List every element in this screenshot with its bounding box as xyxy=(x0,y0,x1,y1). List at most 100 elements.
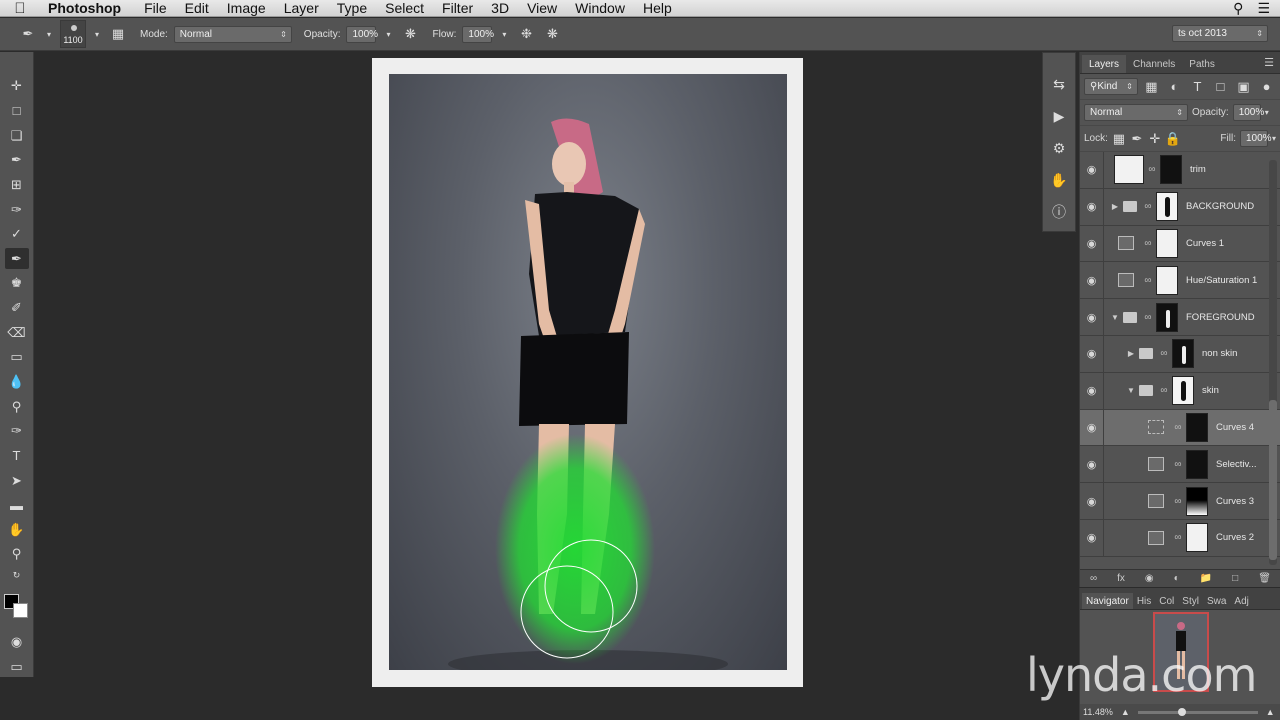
background-color-swatch[interactable] xyxy=(13,603,28,618)
visibility-eye-icon[interactable]: ◉ xyxy=(1080,372,1104,409)
notification-list-icon[interactable]: ☰ xyxy=(1257,0,1270,17)
clone-stamp-tool-icon[interactable]: ♚ xyxy=(5,273,29,294)
actions-play-icon[interactable]: ▶ xyxy=(1047,105,1071,127)
layer-row-selective-color[interactable]: ◉ ∞ Selectiv... xyxy=(1080,446,1280,484)
visibility-eye-icon[interactable]: ◉ xyxy=(1080,188,1104,225)
opacity-slider-icon[interactable]: ▾ xyxy=(382,24,394,44)
tab-paths[interactable]: Paths xyxy=(1182,55,1222,73)
layer-row-background-group[interactable]: ◉ ▶ ∞ BACKGROUND xyxy=(1080,188,1280,226)
filter-smart-object-icon[interactable]: ▣ xyxy=(1234,77,1253,97)
menu-edit[interactable]: Edit xyxy=(176,0,218,16)
tab-navigator[interactable]: Navigator xyxy=(1082,593,1133,609)
layers-scrollbar[interactable] xyxy=(1269,160,1277,565)
zoom-in-icon[interactable]: ▲ xyxy=(1266,707,1275,717)
brush-tool-icon[interactable]: ✒ xyxy=(4,248,29,270)
menu-window[interactable]: Window xyxy=(566,0,634,16)
layer-mask-thumbnail[interactable] xyxy=(1186,486,1208,516)
menu-file[interactable]: File xyxy=(135,0,176,16)
brush-tool-preset-icon[interactable]: ✒ xyxy=(18,24,38,44)
menu-select[interactable]: Select xyxy=(376,0,433,16)
link-chain-icon[interactable]: ∞ xyxy=(1173,496,1183,507)
zoom-tool-icon[interactable]: ⚲ xyxy=(5,544,29,565)
visibility-eye-icon[interactable]: ◉ xyxy=(1080,519,1104,556)
layer-mask-thumbnail[interactable] xyxy=(1156,192,1178,222)
spotlight-search-icon[interactable]: ⚲ xyxy=(1233,0,1243,17)
layer-mask-thumbnail[interactable] xyxy=(1172,339,1194,369)
tab-channels[interactable]: Channels xyxy=(1126,55,1182,73)
tab-adjustments[interactable]: Adj xyxy=(1230,593,1252,609)
photo-image[interactable] xyxy=(389,74,787,670)
layer-mask-thumbnail[interactable] xyxy=(1186,412,1208,442)
filter-type-icon[interactable]: T xyxy=(1188,77,1207,97)
visibility-eye-icon[interactable]: ◉ xyxy=(1080,483,1104,519)
tab-layers[interactable]: Layers xyxy=(1082,55,1127,73)
screen-mode-icon[interactable]: ▭ xyxy=(5,656,29,677)
visibility-eye-icon[interactable]: ◉ xyxy=(1080,446,1104,483)
workspace-switcher[interactable]: ts oct 2013 ⇕ xyxy=(1172,25,1268,42)
dodge-tool-icon[interactable]: ⚲ xyxy=(5,396,29,417)
tool-preset-dropdown-icon[interactable]: ▾ xyxy=(44,24,54,44)
menu-app-photoshop[interactable]: Photoshop xyxy=(40,0,135,16)
type-tool-icon[interactable]: T xyxy=(5,446,29,467)
layer-row-curves-2[interactable]: ◉ ∞ Curves 2 xyxy=(1080,519,1280,557)
brush-panel-toggle-icon[interactable]: ▦ xyxy=(108,24,128,44)
link-chain-icon[interactable]: ∞ xyxy=(1159,385,1169,396)
link-chain-icon[interactable]: ∞ xyxy=(1143,201,1153,212)
rectangle-tool-icon[interactable]: ▬ xyxy=(5,495,29,516)
blend-mode-select[interactable]: Normal ⇕ xyxy=(1084,104,1188,121)
filter-adjustment-icon[interactable]: ◐ xyxy=(1165,77,1184,97)
layer-row-curves-4[interactable]: ◉ ∞ Curves 4 xyxy=(1080,409,1280,447)
visibility-eye-icon[interactable]: ◉ xyxy=(1080,225,1104,262)
visibility-eye-icon[interactable]: ◉ xyxy=(1080,299,1104,335)
menu-view[interactable]: View xyxy=(518,0,566,16)
visibility-eye-icon[interactable]: ◉ xyxy=(1080,262,1104,299)
lock-transparent-icon[interactable]: ▦ xyxy=(1112,129,1126,149)
new-layer-icon[interactable]: □ xyxy=(1232,573,1238,584)
layer-mask-thumbnail[interactable] xyxy=(1172,376,1194,406)
lock-all-icon[interactable]: 🔒 xyxy=(1165,129,1181,149)
lock-image-icon[interactable]: ✒ xyxy=(1130,129,1144,149)
move-tool-icon[interactable]: ✛ xyxy=(5,76,29,97)
filter-shape-icon[interactable]: □ xyxy=(1211,77,1230,97)
tool-presets-icon[interactable]: ✋ xyxy=(1047,169,1071,191)
tab-color[interactable]: Col xyxy=(1155,593,1178,609)
trash-icon[interactable]: 🗑 xyxy=(1258,573,1271,584)
opacity-field[interactable]: 100% xyxy=(346,25,378,43)
menu-help[interactable]: Help xyxy=(634,0,681,16)
scrollbar-thumb[interactable] xyxy=(1269,400,1277,560)
blur-tool-icon[interactable]: 💧 xyxy=(5,372,29,393)
layer-opacity-field[interactable]: 100% xyxy=(1232,104,1264,121)
layer-mask-thumbnail[interactable] xyxy=(1186,449,1208,479)
expand-triangle-icon[interactable]: ▶ xyxy=(1110,202,1120,211)
layer-row-hue-saturation-1[interactable]: ◉ ∞ Hue/Saturation 1 xyxy=(1080,262,1280,300)
zoom-slider[interactable] xyxy=(1137,707,1258,716)
marquee-tool-icon[interactable]: □ xyxy=(5,101,29,122)
brush-picker-dropdown-icon[interactable]: ▾ xyxy=(92,24,102,44)
filter-toggle-icon[interactable]: ● xyxy=(1257,77,1276,97)
visibility-eye-icon[interactable]: ◉ xyxy=(1080,152,1104,188)
filter-pixel-icon[interactable]: ▦ xyxy=(1142,77,1161,97)
lasso-tool-icon[interactable]: ❏ xyxy=(5,125,29,146)
layer-mask-thumbnail[interactable] xyxy=(1156,228,1178,258)
swap-colors-icon[interactable]: ↻ xyxy=(5,569,29,583)
menu-image[interactable]: Image xyxy=(218,0,275,16)
menu-filter[interactable]: Filter xyxy=(433,0,482,16)
menu-3d[interactable]: 3D xyxy=(482,0,518,16)
add-mask-icon[interactable]: ◉ xyxy=(1145,573,1154,584)
zoom-level[interactable]: 11.48% xyxy=(1083,707,1113,717)
crop-tool-icon[interactable]: ⊞ xyxy=(5,175,29,196)
link-layers-icon[interactable]: ∞ xyxy=(1090,573,1097,584)
flow-field[interactable]: 100% xyxy=(462,25,494,43)
layer-mask-thumbnail[interactable] xyxy=(1160,155,1182,185)
fill-field[interactable]: 100% xyxy=(1239,130,1272,147)
hand-tool-icon[interactable]: ✋ xyxy=(5,520,29,541)
new-adjustment-layer-icon[interactable]: ◐ xyxy=(1174,573,1180,584)
layer-mask-thumbnail[interactable] xyxy=(1156,302,1178,332)
flow-slider-icon[interactable]: ▾ xyxy=(498,24,510,44)
lock-position-icon[interactable]: ✛ xyxy=(1148,129,1162,149)
brush-size-picker[interactable]: 1100 xyxy=(60,20,86,48)
layer-mask-thumbnail[interactable] xyxy=(1156,265,1178,295)
visibility-eye-icon[interactable]: ◉ xyxy=(1080,409,1104,446)
pressure-size-icon[interactable]: ❋ xyxy=(542,24,562,44)
layer-row-curves-1[interactable]: ◉ ∞ Curves 1 xyxy=(1080,225,1280,263)
